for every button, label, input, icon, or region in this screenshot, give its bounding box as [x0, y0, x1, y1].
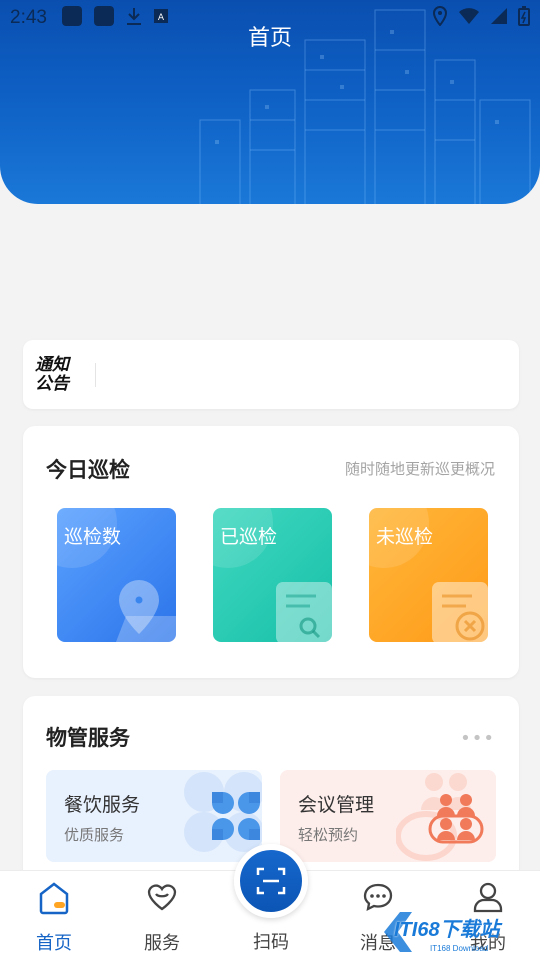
- service-name: 餐饮服务: [64, 794, 141, 816]
- tile-label: 已巡检: [220, 526, 278, 548]
- location-pin-icon: [116, 580, 176, 642]
- patrol-subtitle: 随时随地更新巡更概况: [344, 460, 495, 478]
- tile-label: 巡检数: [64, 526, 122, 548]
- nav-label: 首页: [36, 933, 72, 954]
- service-catering[interactable]: 餐饮服务 优质服务: [46, 770, 262, 862]
- scan-icon: [256, 867, 286, 895]
- services-title: 物管服务: [46, 726, 130, 750]
- home-page: 2:43 A 首页 通知 公告 今日巡检 随时随地更新巡更概况 巡检数 已巡检 …: [0, 0, 540, 960]
- nav-home[interactable]: 首页: [14, 871, 94, 960]
- document-search-icon: [276, 582, 332, 642]
- heart-icon: [147, 884, 177, 911]
- scan-label: 扫码: [253, 932, 289, 953]
- meeting-people-icon: [396, 773, 484, 861]
- scan-button[interactable]: [234, 844, 308, 918]
- notice-logo: 通知 公告: [35, 354, 79, 394]
- page-title: 首页: [247, 26, 292, 51]
- nav-services[interactable]: 服务: [122, 871, 202, 960]
- service-desc: 轻松预约: [298, 826, 359, 844]
- patrol-title: 今日巡检: [46, 458, 130, 482]
- service-meeting[interactable]: 会议管理 轻松预约: [280, 770, 496, 862]
- watermark-subtext: IT168 Download: [430, 944, 489, 953]
- more-icon[interactable]: •••: [460, 728, 495, 749]
- notice-bar[interactable]: 通知 公告: [23, 340, 519, 409]
- home-icon: [39, 882, 69, 915]
- document-cancel-icon: [432, 582, 488, 642]
- tile-label: 未巡检: [376, 526, 434, 548]
- notice-divider: [95, 362, 96, 387]
- watermark-text: ITI68下载站: [394, 919, 500, 941]
- service-desc: 优质服务: [64, 826, 125, 844]
- tile-not-patrolled[interactable]: 未巡检: [369, 508, 488, 642]
- tile-patrol-count[interactable]: 巡检数: [57, 508, 176, 642]
- patrol-card: 今日巡检 随时随地更新巡更概况 巡检数 已巡检 未巡检: [23, 426, 519, 678]
- service-name: 会议管理: [298, 794, 375, 816]
- clover-icon: [184, 772, 262, 852]
- notice-logo-line2: 公告: [35, 373, 69, 394]
- tile-patrolled[interactable]: 已巡检: [213, 508, 332, 642]
- notice-logo-line1: 通知: [35, 354, 69, 375]
- nav-label: 服务: [144, 933, 180, 954]
